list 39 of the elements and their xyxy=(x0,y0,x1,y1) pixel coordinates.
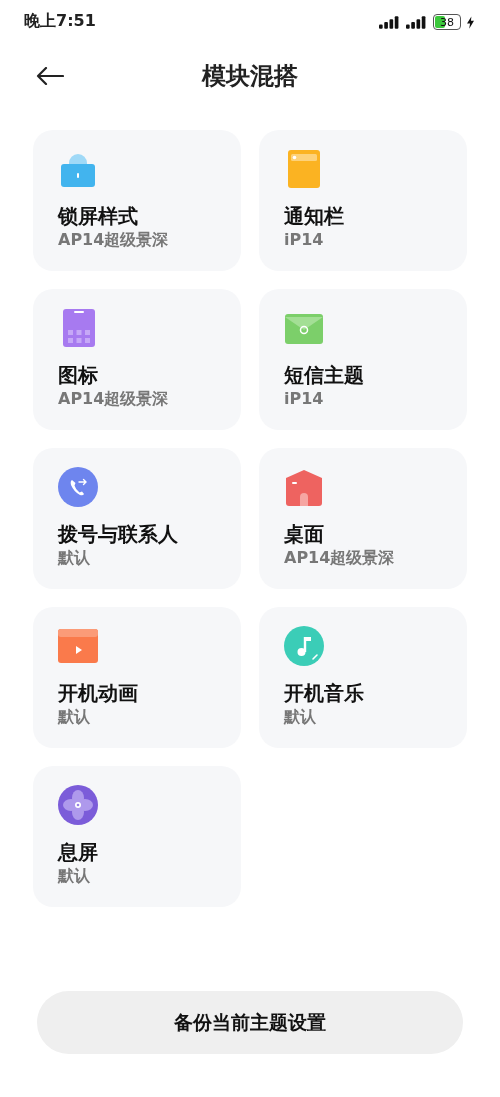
video-player-icon xyxy=(58,626,98,666)
module-card[interactable]: 短信主题 iP14 xyxy=(259,289,467,430)
phone-icon xyxy=(58,467,98,507)
module-card[interactable]: 桌面 AP14超级景深 xyxy=(259,448,467,589)
module-title: 息屏 xyxy=(58,839,98,865)
module-card[interactable]: 锁屏样式 AP14超级景深 xyxy=(33,130,241,271)
module-title: 锁屏样式 xyxy=(58,203,138,229)
module-card[interactable]: 息屏 默认 xyxy=(33,766,241,907)
module-value: 默认 xyxy=(58,706,90,728)
module-value: 默认 xyxy=(58,547,90,569)
module-title: 开机音乐 xyxy=(284,680,364,706)
module-title: 桌面 xyxy=(284,521,324,547)
module-value: 默认 xyxy=(58,865,90,887)
module-value: iP14 xyxy=(284,229,324,251)
module-title: 拨号与联系人 xyxy=(58,521,178,547)
module-value: AP14超级景深 xyxy=(58,388,169,410)
module-value: 默认 xyxy=(284,706,316,728)
module-card[interactable]: 开机音乐 默认 xyxy=(259,607,467,748)
module-card[interactable]: 开机动画 默认 xyxy=(33,607,241,748)
module-value: AP14超级景深 xyxy=(58,229,169,251)
module-value: AP14超级景深 xyxy=(284,547,395,569)
module-title: 开机动画 xyxy=(58,680,138,706)
house-icon xyxy=(284,467,324,507)
backup-theme-button[interactable]: 备份当前主题设置 xyxy=(37,991,463,1054)
module-value: iP14 xyxy=(284,388,324,410)
page-title: 模块混搭 xyxy=(202,61,298,92)
charging-icon xyxy=(467,15,474,29)
module-card[interactable]: 拨号与联系人 默认 xyxy=(33,448,241,589)
module-card[interactable]: 通知栏 iP14 xyxy=(259,130,467,271)
module-title: 通知栏 xyxy=(284,203,344,229)
status-time: 晚上7:51 xyxy=(24,10,96,32)
music-note-icon xyxy=(284,626,324,666)
signal-icon xyxy=(406,15,427,29)
back-arrow-icon[interactable] xyxy=(36,67,64,85)
module-card[interactable]: 图标 AP14超级景深 xyxy=(33,289,241,430)
flower-icon xyxy=(58,785,98,825)
module-title: 图标 xyxy=(58,362,98,388)
module-title: 短信主题 xyxy=(284,362,364,388)
signal-icon xyxy=(379,15,400,29)
